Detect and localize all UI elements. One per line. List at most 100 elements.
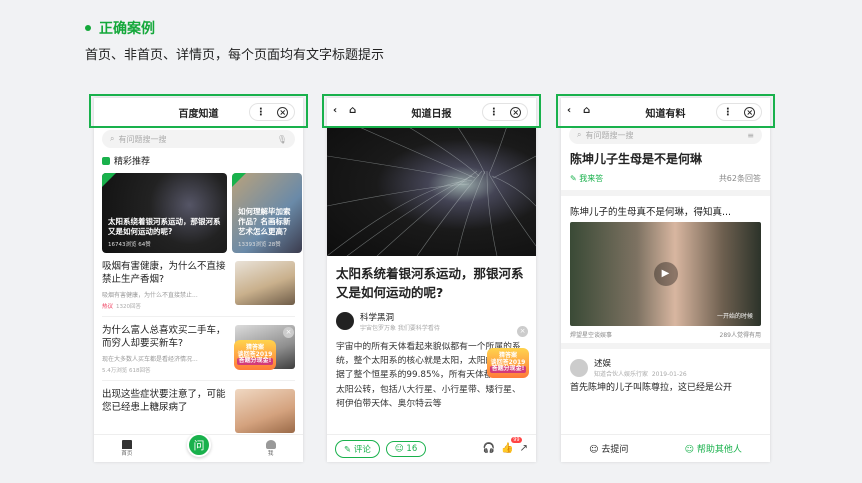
answer-count: 共62条回答 — [718, 174, 761, 183]
nav-title: 知道有料 — [645, 108, 686, 120]
sticker-bottom: 答题分现金! — [489, 365, 527, 373]
item-desc: 吸烟有害健康，为什么不直接禁止... — [102, 291, 198, 299]
hero-lines — [327, 126, 536, 256]
play-icon[interactable]: ▶ — [653, 262, 678, 286]
list-icon[interactable]: ≡ — [747, 131, 754, 140]
capsule-menu[interactable]: ⋮ × — [716, 103, 762, 121]
answerer-title: 知道合伙人娱乐行家 — [594, 371, 649, 378]
user-icon — [265, 440, 276, 449]
video-player[interactable]: ▶ 一开始的时候 — [570, 222, 761, 326]
answer-text: 首先陈坤的儿子叫陈尊拉，这已经是公开 — [570, 383, 733, 393]
search-placeholder: 有问题搜一搜 — [118, 134, 167, 144]
tab-home-label: 首页 — [121, 451, 133, 457]
like-count-button[interactable]: ☺ 16 — [385, 440, 427, 457]
author-subtitle: 宇宙包罗万象 我们要科学看待 — [360, 324, 440, 332]
home-icon[interactable]: ⌂ — [349, 105, 356, 116]
item-question: 为什么富人总喜欢买二手车，而穷人却要买新车? — [102, 325, 226, 349]
back-icon[interactable]: ‹ — [333, 105, 337, 116]
home-icon — [121, 440, 132, 449]
avatar — [336, 312, 354, 331]
card-title: 太阳系绕着银河系运动，那银河系又是如何运动的呢? — [108, 216, 221, 236]
avatar — [570, 358, 588, 377]
case-title-text: 正确案例 — [99, 21, 155, 37]
tab-home[interactable]: 首页 — [121, 440, 132, 457]
comment-button[interactable]: ✎ 评论 — [335, 439, 380, 458]
answer-date: 2019-01-26 — [651, 371, 687, 378]
item-thumbnail — [235, 389, 295, 433]
item-count: 1320回答 — [116, 303, 142, 310]
like-count: 16 — [406, 443, 418, 454]
close-icon[interactable]: × — [277, 106, 289, 118]
card-meta: 16743浏览 64赞 — [108, 242, 151, 248]
comment-label: 评论 — [353, 444, 371, 455]
divider — [561, 343, 770, 349]
nav-bar: ‹ ⌂ 知道日报 ⋮ × — [327, 98, 536, 126]
author-row[interactable]: 科学黑洞 宇宙包罗万象 我们要科学看待 — [336, 311, 527, 332]
featured-card[interactable]: 太阳系绕着银河系运动，那银河系又是如何运动的呢? 16743浏览 64赞 — [102, 173, 227, 253]
list-item[interactable]: 吸烟有害健康，为什么不直接禁止生产香烟? 吸烟有害健康，为什么不直接禁止... … — [102, 253, 295, 317]
more-icon[interactable]: ⋮ — [489, 107, 499, 118]
promo-sticker[interactable]: 猜答案 谈回答2019 答题分现金! — [234, 340, 276, 370]
card-meta: 13393浏览 28赞 — [238, 242, 281, 248]
tab-me[interactable]: 我 — [265, 440, 276, 457]
item-meta: 5.4万浏览 618回答 — [102, 367, 151, 374]
video-useful: 289人觉得有用 — [719, 332, 761, 339]
search-input[interactable]: ⌕ 有问题搜一搜 🎙 — [102, 130, 295, 148]
sticker-close-icon[interactable]: × — [283, 327, 294, 338]
home-icon[interactable]: ⌂ — [583, 105, 590, 116]
headphones-icon[interactable]: 🎧 — [483, 443, 495, 454]
more-icon[interactable]: ⋮ — [256, 107, 266, 118]
ask-button[interactable]: 问 — [187, 432, 211, 457]
answer-teaser: 陈坤儿子的生母真不是何琳，得知真... — [570, 207, 732, 218]
capsule-menu[interactable]: ⋮ × — [482, 103, 528, 121]
close-icon[interactable]: × — [744, 106, 756, 118]
video-subtitle: 一开始的时候 — [716, 313, 753, 320]
answerer-row[interactable]: 述娱 知道合伙人娱乐行家 2019-01-26 — [570, 357, 761, 378]
help-button[interactable]: ☺ 帮助其他人 — [685, 442, 742, 455]
sticker-bottom: 答题分现金! — [236, 357, 274, 365]
ask-button[interactable]: ☺ 去提问 — [589, 442, 628, 455]
ask-label: 去提问 — [601, 445, 629, 455]
section-label: 精彩推荐 — [114, 157, 151, 167]
case-description: 首页、非首页、详情页，每个页面均有文字标题提示 — [85, 48, 385, 63]
promo-sticker[interactable]: 猜答案 谈回答2019 答题分现金! — [487, 348, 529, 378]
bullet-dot-icon — [85, 25, 91, 31]
nav-title: 知道日报 — [411, 108, 452, 120]
back-icon[interactable]: ‹ — [567, 105, 571, 116]
phone-article: ‹ ⌂ 知道日报 ⋮ × 太阳系统着银河系运动，那银河系又是如何运动的呢? 科学… — [327, 98, 536, 462]
action-bar: ✎ 评论 ☺ 16 🎧 👍 99 ↗ — [327, 434, 536, 462]
card-tag-icon — [232, 173, 246, 187]
item-question: 出现这些症状要注意了，可能您已经患上糖尿病了 — [102, 389, 226, 413]
answer-button[interactable]: ✎ 我来答 — [570, 173, 603, 184]
nav-title: 百度知道 — [178, 108, 219, 120]
item-desc: 现在大多数人买车都是看经济情况... — [102, 355, 198, 363]
item-meta: 热议 1320回答 — [102, 302, 229, 310]
search-icon: ⌕ — [110, 134, 115, 143]
more-icon[interactable]: ⋮ — [723, 107, 733, 118]
search-input[interactable]: ⌕ 有问题搜一搜 ≡ — [569, 126, 762, 144]
sticker-close-icon[interactable]: × — [517, 326, 528, 337]
mic-icon[interactable]: 🎙 — [277, 135, 287, 144]
thumbs-up-icon[interactable]: 👍 99 — [501, 437, 522, 454]
divider — [561, 190, 770, 196]
tab-bar: 首页 问 我 — [94, 432, 303, 462]
capsule-menu[interactable]: ⋮ × — [249, 103, 295, 121]
featured-card[interactable]: 如何理解毕加索作品？名画标新艺术怎么更高？ 13393浏览 28赞 — [232, 173, 302, 253]
phone-detail: ‹ ⌂ 知道有料 ⋮ × ⌕ 有问题搜一搜 ≡ 陈坤儿子生母是不是何琳 ✎ 我来… — [561, 98, 770, 462]
item-question: 吸烟有害健康，为什么不直接禁止生产香烟? — [102, 261, 226, 285]
author-name: 科学黑洞 — [360, 312, 395, 323]
share-icon[interactable]: ↗ — [520, 443, 528, 454]
article-hero-image — [327, 126, 536, 256]
article-title: 太阳系统着银河系运动，那银河系又是如何运动的呢? — [336, 266, 524, 301]
search-icon: ⌕ — [577, 130, 582, 139]
recommend-icon — [102, 156, 110, 165]
question-title: 陈坤儿子生母是不是何琳 — [570, 152, 703, 166]
answer-button-label: 我来答 — [579, 174, 604, 183]
bottom-bar: ☺ 去提问 ☺ 帮助其他人 — [561, 434, 770, 462]
like-badge: 99 — [511, 437, 522, 443]
answerer-meta: 知道合伙人娱乐行家 2019-01-26 — [594, 369, 687, 378]
answerer-name: 述娱 — [594, 359, 612, 369]
close-icon[interactable]: × — [510, 106, 522, 118]
tab-me-label: 我 — [267, 451, 274, 457]
hot-badge: 热议 — [102, 303, 114, 310]
